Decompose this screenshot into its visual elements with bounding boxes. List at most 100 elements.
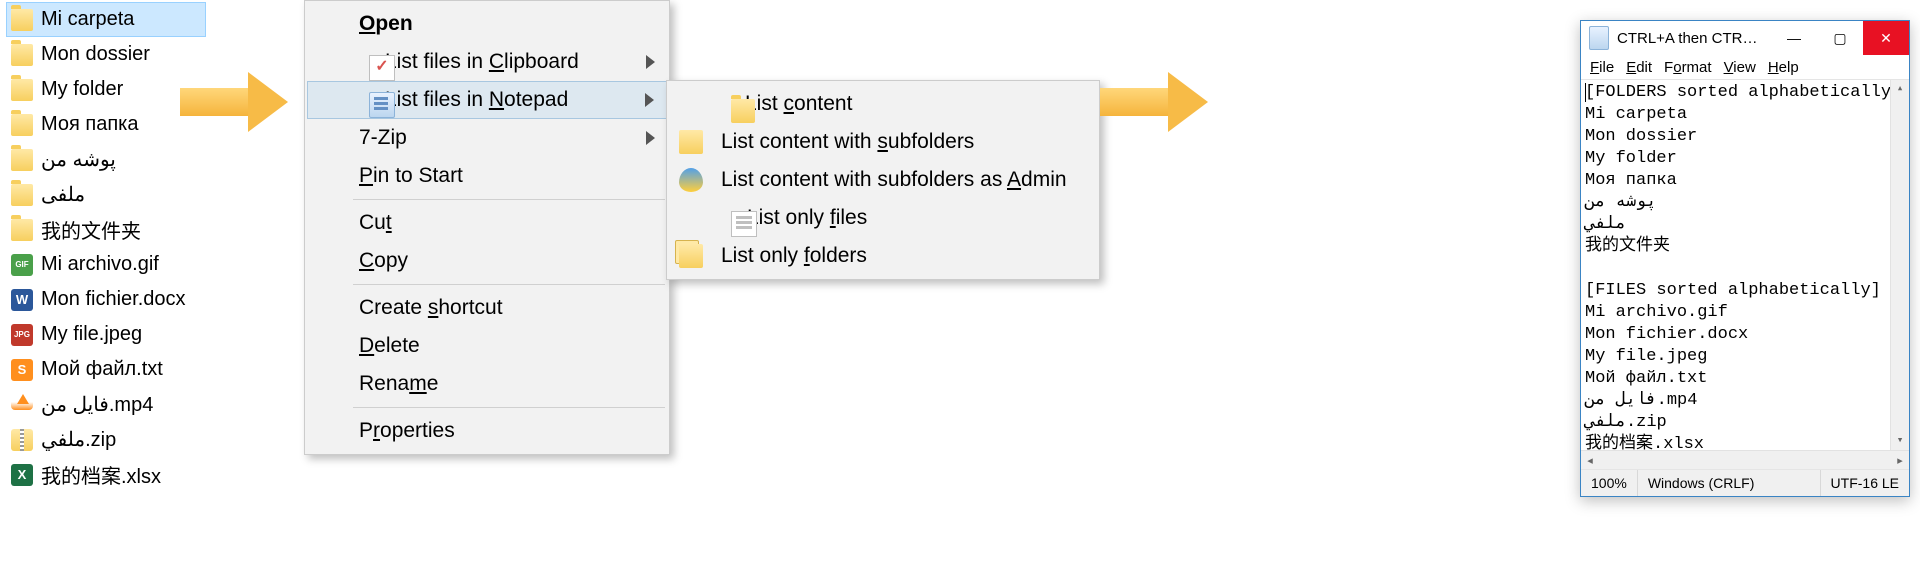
file-row[interactable]: Моя папка (6, 107, 206, 142)
file-row[interactable]: 我的档案.xlsx (6, 457, 206, 492)
folder-tree-icon (679, 130, 703, 154)
minimize-button[interactable]: — (1771, 21, 1817, 55)
file-name: 我的档案.xlsx (41, 460, 161, 489)
scroll-up-icon[interactable]: ▴ (1891, 80, 1909, 98)
file-row[interactable]: Mi archivo.gif (6, 247, 206, 282)
scroll-right-icon[interactable]: ▸ (1891, 451, 1909, 469)
file-name: Мой файл.txt (41, 358, 163, 381)
explorer-file-list: Mi carpeta Mon dossier My folder Моя папка پ… (6, 2, 206, 492)
text-area[interactable]: [FOLDERS sorted alphabetically]Mi carpet… (1581, 80, 1909, 450)
menu-format[interactable]: Format (1659, 59, 1717, 76)
file-icon (731, 211, 757, 237)
menu-view[interactable]: View (1719, 59, 1761, 76)
file-name: ملفى (41, 182, 85, 207)
menu-label: Create shortcut (359, 296, 503, 320)
file-name: Mi archivo.gif (41, 253, 159, 276)
menu-cut[interactable]: Cut (307, 204, 667, 242)
titlebar[interactable]: CTRL+A then CTR… — ▢ ✕ (1581, 21, 1909, 55)
file-row[interactable]: ملفي.zip (6, 422, 206, 457)
close-button[interactable]: ✕ (1863, 21, 1909, 55)
file-name: 我的文件夹 (41, 215, 141, 244)
folder-open-icon (731, 99, 755, 123)
menu-copy[interactable]: Copy (307, 242, 667, 280)
menu-separator (353, 407, 665, 408)
jpeg-icon (11, 324, 33, 346)
menu-list-notepad[interactable]: List files in Notepad (307, 81, 667, 119)
folders-icon (679, 244, 703, 268)
file-row[interactable]: Mon dossier (6, 37, 206, 72)
clipboard-check-icon (369, 55, 395, 81)
submenu-list-only-files[interactable]: List only files (669, 199, 1097, 237)
text-line: [FOLDERS sorted alphabetically] (1585, 82, 1905, 104)
statusbar: 100% Windows (CRLF) UTF-16 LE (1581, 469, 1909, 496)
submenu-list-only-folders[interactable]: List only folders (669, 237, 1097, 275)
menu-file[interactable]: File (1585, 59, 1619, 76)
folder-icon (11, 114, 33, 136)
menu-7zip[interactable]: 7-Zip (307, 119, 667, 157)
notepad-icon (369, 92, 395, 118)
submenu-list-admin[interactable]: List content with subfolders as Admin (669, 161, 1097, 199)
scroll-left-icon[interactable]: ◂ (1581, 451, 1599, 469)
file-row[interactable]: پوشه من (6, 142, 206, 177)
notepad-window: CTRL+A then CTR… — ▢ ✕ File Edit Format … (1580, 20, 1910, 497)
file-row[interactable]: My file.jpeg (6, 317, 206, 352)
menu-label: Pin to Start (359, 164, 463, 188)
file-row[interactable]: 我的文件夹 (6, 212, 206, 247)
menu-pin-to-start[interactable]: Pin to Start (307, 157, 667, 195)
file-name: Моя папка (41, 113, 139, 136)
text-line: Mi archivo.gif (1585, 302, 1905, 324)
file-row[interactable]: فایل من.mp4 (6, 387, 206, 422)
menu-label: List files in Notepad (385, 88, 568, 112)
notepad-icon (1589, 26, 1609, 50)
horizontal-scrollbar[interactable]: ◂ ▸ (1581, 450, 1909, 469)
chevron-right-icon (646, 131, 655, 145)
menu-properties[interactable]: Properties (307, 412, 667, 450)
menu-label: List only folders (721, 244, 867, 268)
gif-icon (11, 254, 33, 276)
file-name: پوشه من (41, 147, 116, 172)
text-line: فایل من.mp4 (1585, 390, 1905, 412)
menu-edit[interactable]: Edit (1621, 59, 1657, 76)
arrow-icon (180, 72, 295, 132)
status-encoding: UTF-16 LE (1820, 470, 1909, 496)
text-caret (1585, 83, 1586, 102)
folder-icon (11, 184, 33, 206)
file-row[interactable]: Mi carpeta (6, 2, 206, 37)
menu-delete[interactable]: Delete (307, 327, 667, 365)
text-line: Мой файл.txt (1585, 368, 1905, 390)
menu-label: List content with subfolders (721, 130, 974, 154)
folder-icon (11, 149, 33, 171)
folder-icon (11, 9, 33, 31)
text-line: My file.jpeg (1585, 346, 1905, 368)
text-line: Моя папка (1585, 170, 1905, 192)
shield-icon (679, 168, 703, 192)
submenu-list-content[interactable]: List content (669, 85, 1097, 123)
menu-label: Cut (359, 211, 392, 235)
file-row[interactable]: Мой файл.txt (6, 352, 206, 387)
menu-list-clipboard[interactable]: List files in Clipboard (307, 43, 667, 81)
file-row[interactable]: Mon fichier.docx (6, 282, 206, 317)
file-row[interactable]: ملفى (6, 177, 206, 212)
submenu-list-subfolders[interactable]: List content with subfolders (669, 123, 1097, 161)
file-row[interactable]: My folder (6, 72, 206, 107)
menu-label: Rename (359, 372, 438, 396)
menu-create-shortcut[interactable]: Create shortcut (307, 289, 667, 327)
text-line: Mon fichier.docx (1585, 324, 1905, 346)
scroll-down-icon[interactable]: ▾ (1891, 432, 1909, 450)
folder-icon (11, 44, 33, 66)
text-line: 我的档案.xlsx (1585, 434, 1905, 450)
text-line: [FILES sorted alphabetically] (1585, 280, 1905, 302)
file-name: Mon dossier (41, 43, 150, 66)
menu-rename[interactable]: Rename (307, 365, 667, 403)
menu-open[interactable]: Open (307, 5, 667, 43)
menu-label: Delete (359, 334, 420, 358)
vertical-scrollbar[interactable]: ▴ ▾ (1890, 80, 1909, 450)
maximize-button[interactable]: ▢ (1817, 21, 1863, 55)
window-title: CTRL+A then CTR… (1617, 30, 1771, 47)
menu-separator (353, 199, 665, 200)
menu-label: List content with subfolders as Admin (721, 168, 1067, 192)
menu-help[interactable]: Help (1763, 59, 1804, 76)
text-content: [FOLDERS sorted alphabetically]Mi carpet… (1585, 82, 1905, 450)
text-line (1585, 258, 1905, 280)
txt-icon (11, 359, 33, 381)
